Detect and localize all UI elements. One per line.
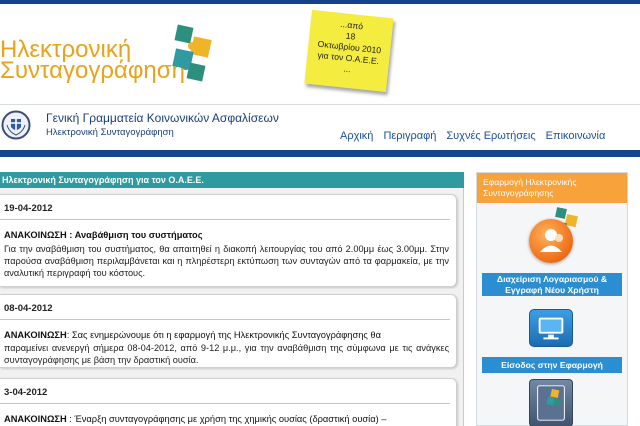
news-title: ΑΝΑΚΟΙΝΩΣΗ : Έναρξη συνταγογράφησης με χ… [4,414,386,424]
news-divider [0,319,450,320]
news-title: ΑΝΑΚΟΙΝΩΣΗ : Αναβάθμιση του συστήματος [4,230,203,240]
greek-seal-icon [1,110,31,140]
news-column: 19-04-2012 ΑΝΑΚΟΙΝΩΣΗ : Αναβάθμιση του σ… [0,188,464,426]
news-heading: : Έναρξη συνταγογράφησης με χρήση της χη… [66,414,387,424]
main-nav-bar [0,150,640,157]
news-heading: : Αναβάθμιση του συστήματος [66,230,203,240]
news-heading: : Σας ενημερώνουμε ότι η εφαρμογή της Ηλ… [66,330,381,340]
nav-link-faq[interactable]: Συχνές Ερωτήσεις [446,130,535,142]
organization-subtitle: Ηλεκτρονική Συνταγογράφηση [46,127,174,138]
sidebar-header: Εφαρμογή Ηλεκτρονικής Συνταγογράφησης [477,173,627,203]
organization-title: Γενική Γραμματεία Κοινωνικών Ασφαλίσεων [46,111,279,125]
nav-link-home[interactable]: Αρχική [340,130,373,142]
login-button[interactable]: Είσοδος στην Εφαρμογή [482,357,622,373]
news-item: 08-04-2012 ΑΝΑΚΟΙΝΩΣΗ: Σας ενημερώνουμε … [0,294,457,368]
news-body: Για την αναβάθμιση του συστήματος, θα απ… [4,244,449,278]
news-date: 3-04-2012 [4,387,48,398]
manual-book-icon[interactable] [529,379,573,426]
sticky-note: ...από 18 Οκτωβρίου 2010 για τον Ο.Α.Ε.Ε… [304,9,394,93]
header-divider [0,104,640,105]
news-label: ΑΝΑΚΟΙΝΩΣΗ [4,330,67,340]
news-label: ΑΝΑΚΟΙΝΩΣΗ [4,230,67,240]
puzzle-logo-icon [172,24,212,82]
news-date: 19-04-2012 [4,203,53,214]
nav-link-contact[interactable]: Επικοινωνία [546,130,606,142]
news-date: 08-04-2012 [4,303,53,314]
news-item: 3-04-2012 ΑΝΑΚΟΙΝΩΣΗ : Έναρξη συνταγογρά… [0,378,457,426]
news-title: ΑΝΑΚΟΙΝΩΣΗ: Σας ενημερώνουμε ότι η εφαρμ… [4,330,381,340]
news-label: ΑΝΑΚΟΙΝΩΣΗ [4,414,67,424]
logo-text-line2: Συνταγογράφηση [0,57,185,84]
account-management-button[interactable]: Διαχείριση Λογαριασμού & Εγγραφή Νέου Χρ… [482,273,622,296]
sidebar-panel: Εφαρμογή Ηλεκτρονικής Συνταγογράφησης Δι… [476,172,628,426]
nav-link-description[interactable]: Περιγραφή [383,130,436,142]
content-header: Ηλεκτρονική Συνταγογράφηση για τον Ο.Α.Ε… [0,172,464,188]
top-navigation: Αρχική Περιγραφή Συχνές Ερωτήσεις Επικοι… [340,130,605,142]
login-monitor-icon[interactable] [529,309,573,347]
news-divider [0,219,450,220]
top-strip [0,0,640,4]
account-management-icon[interactable] [529,219,573,263]
news-body: παραμείνει ανενεργή σήμερα 08-04-2012, α… [4,343,449,365]
news-divider [0,403,450,404]
news-item: 19-04-2012 ΑΝΑΚΟΙΝΩΣΗ : Αναβάθμιση του σ… [0,194,457,287]
